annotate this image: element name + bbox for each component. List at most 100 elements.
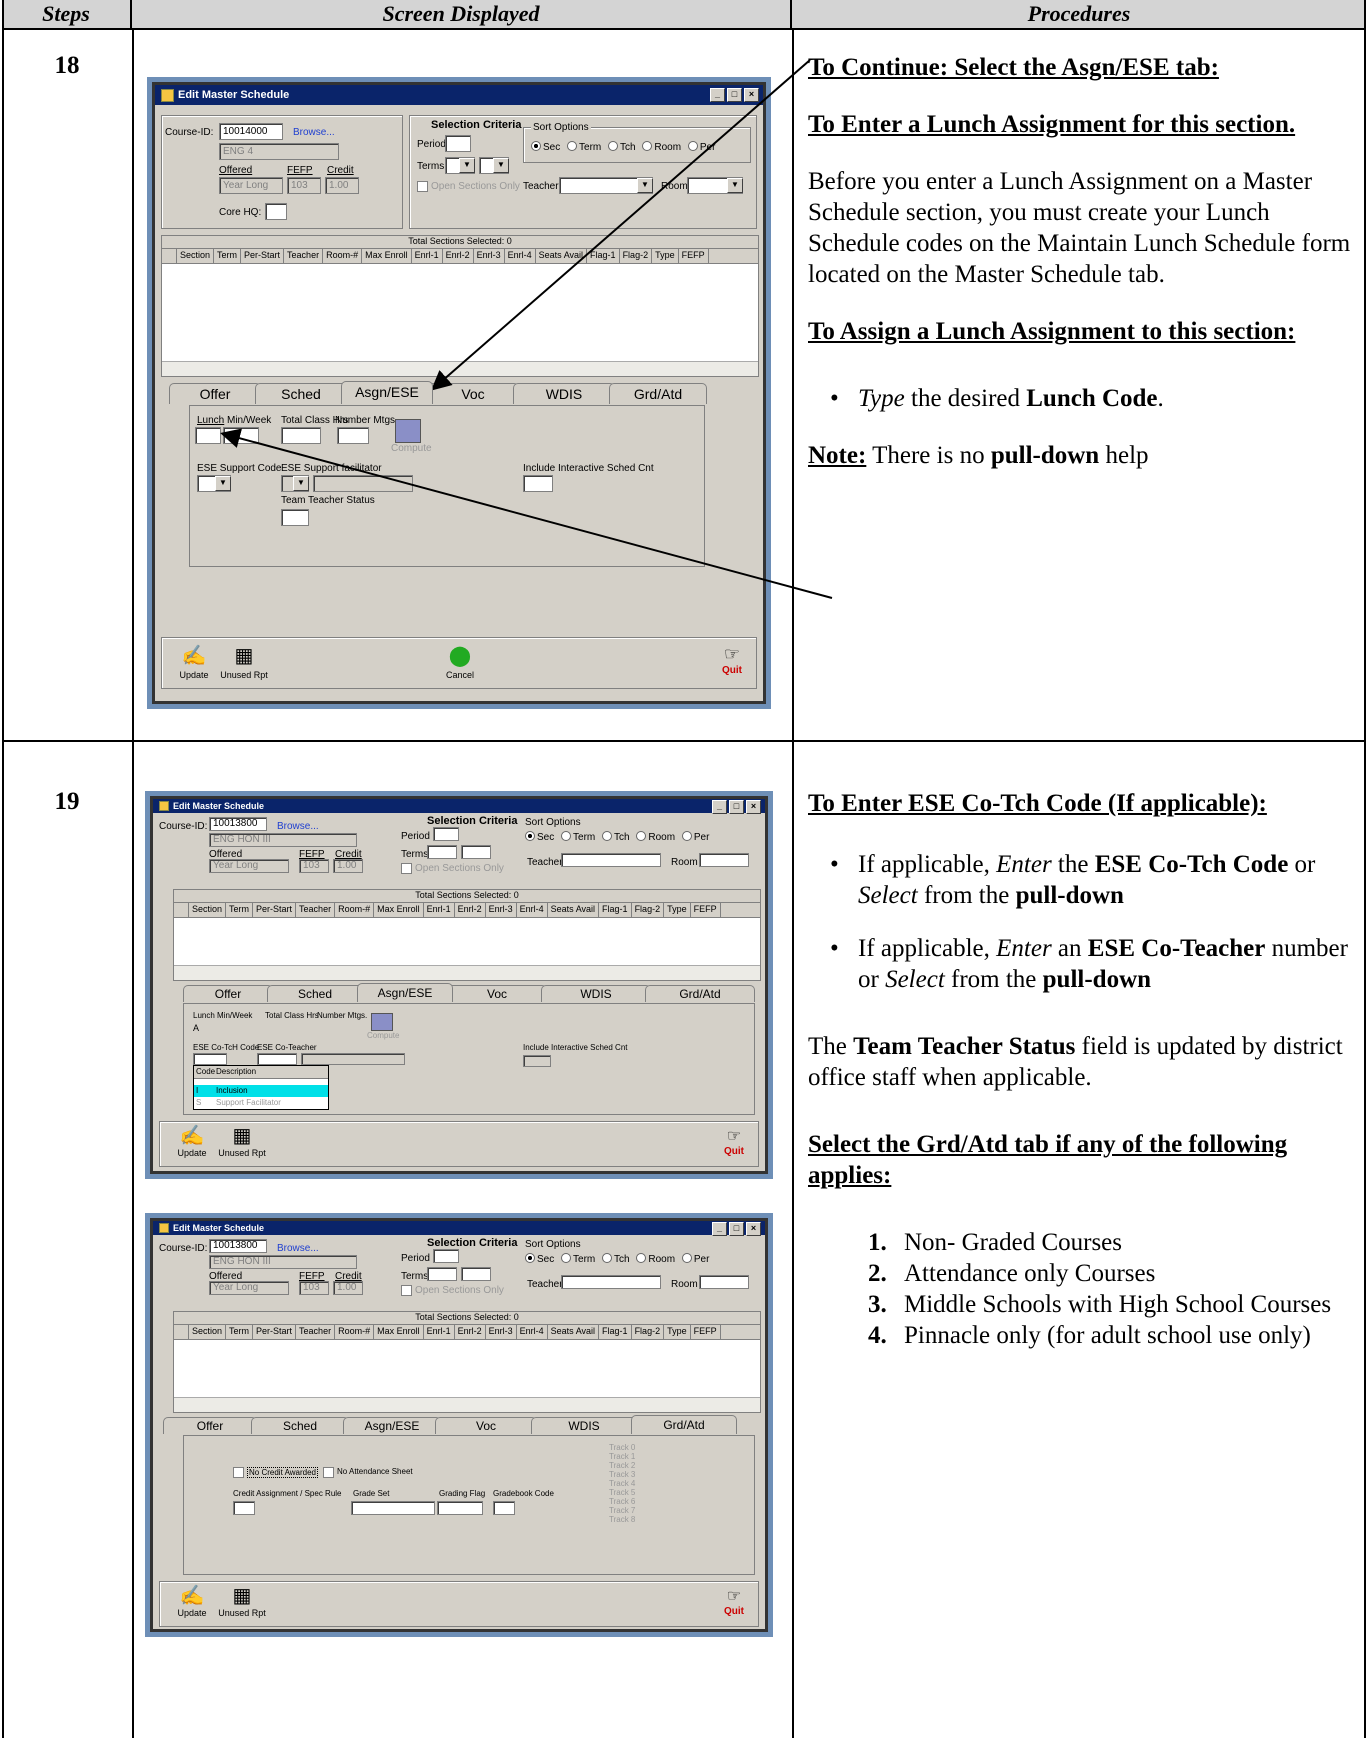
grid-col[interactable]: Teacher: [296, 903, 336, 917]
grid-col[interactable]: Section: [189, 1325, 227, 1339]
course-id-field[interactable]: 10013800: [209, 817, 267, 831]
grid-col[interactable]: Seats Avail: [548, 903, 600, 917]
grid-col[interactable]: Section: [189, 903, 227, 917]
grid-col[interactable]: Enrl-1: [424, 1325, 455, 1339]
tab-sched[interactable]: Sched: [251, 1417, 349, 1434]
radio-icon[interactable]: [681, 1253, 692, 1263]
grid-col[interactable]: Enrl-2: [455, 1325, 486, 1339]
track-list[interactable]: Track 0 Track 1 Track 2 Track 3 Track 4 …: [609, 1443, 635, 1524]
popup-row[interactable]: I Inclusion: [194, 1085, 328, 1097]
grid-col[interactable]: Teacher: [296, 1325, 336, 1339]
radio-icon[interactable]: [561, 831, 572, 841]
sections-grid[interactable]: Total Sections Selected: 0 Section Term …: [173, 889, 761, 981]
tab-wdis[interactable]: WDIS: [541, 985, 651, 1002]
grid-col[interactable]: Per-Start: [253, 903, 297, 917]
terms-field-1[interactable]: [427, 1267, 457, 1281]
tab-asgn-ese[interactable]: Asgn/ESE: [343, 1417, 441, 1434]
radio-icon[interactable]: [681, 831, 692, 841]
period-field[interactable]: [433, 1249, 459, 1263]
grid-col[interactable]: Term: [226, 903, 254, 917]
no-credit-awarded-checkbox[interactable]: [233, 1467, 244, 1478]
radio-icon[interactable]: [525, 1253, 535, 1263]
track-item[interactable]: Track 7: [609, 1506, 635, 1515]
grid-col[interactable]: Enrl-1: [424, 903, 455, 917]
tab-asgn-ese[interactable]: Asgn/ESE: [341, 381, 433, 404]
radio-icon[interactable]: [636, 1253, 647, 1263]
grid-col[interactable]: Max Enroll: [374, 1325, 424, 1339]
radio-icon[interactable]: [602, 1253, 613, 1263]
grid-col[interactable]: Type: [664, 903, 691, 917]
grid-col[interactable]: Flag-2: [632, 903, 665, 917]
grid-col[interactable]: Room-#: [335, 1325, 375, 1339]
credit-assignment-field[interactable]: [233, 1501, 255, 1515]
teacher-select[interactable]: [561, 1275, 661, 1289]
grid-col[interactable]: Flag-1: [599, 1325, 632, 1339]
include-interactive-field[interactable]: [523, 1055, 551, 1067]
radio-icon[interactable]: [602, 831, 613, 841]
room-select[interactable]: [699, 1275, 749, 1289]
tab-asgn-ese[interactable]: Asgn/ESE: [357, 983, 453, 1002]
sort-options-radios[interactable]: Sec Term Tch Room Per: [521, 831, 709, 843]
ese-coteacher-select[interactable]: [257, 1053, 297, 1065]
horizontal-scrollbar[interactable]: [174, 1397, 760, 1412]
track-item[interactable]: Track 8: [609, 1515, 635, 1524]
grid-col[interactable]: Enrl-2: [455, 903, 486, 917]
ese-code-popup[interactable]: Code Description I Inclusion S Support Faci…: [193, 1065, 329, 1110]
tab-offer[interactable]: Offer: [163, 1417, 257, 1434]
radio-icon[interactable]: [561, 1253, 572, 1263]
grid-col[interactable]: Flag-2: [632, 1325, 665, 1339]
terms-field-2[interactable]: [461, 845, 491, 859]
lunch-value[interactable]: A: [193, 1023, 199, 1033]
close-icon[interactable]: ×: [746, 1222, 761, 1236]
sections-grid[interactable]: Total Sections Selected: 0 Section Term …: [173, 1311, 761, 1413]
grid-col[interactable]: Term: [226, 1325, 254, 1339]
quit-button[interactable]: ☞ Quit: [724, 1586, 744, 1617]
sort-options-radios[interactable]: Sec Term Tch Room Per: [521, 1253, 709, 1265]
terms-field-1[interactable]: [427, 845, 457, 859]
grid-col[interactable]: Room-#: [335, 903, 375, 917]
minimize-icon[interactable]: _: [712, 800, 727, 814]
grid-col[interactable]: Per-Start: [253, 1325, 297, 1339]
track-item[interactable]: Track 3: [609, 1470, 635, 1479]
unused-rpt-button[interactable]: ▦ Unused Rpt: [212, 1126, 272, 1158]
grid-col[interactable]: Type: [664, 1325, 691, 1339]
track-item[interactable]: Track 0: [609, 1443, 635, 1452]
grid-col[interactable]: FEFP: [691, 1325, 721, 1339]
radio-icon[interactable]: [525, 831, 535, 841]
track-item[interactable]: Track 1: [609, 1452, 635, 1461]
browse-link[interactable]: Browse...: [277, 821, 319, 832]
horizontal-scrollbar[interactable]: [174, 965, 760, 980]
compute-icon[interactable]: [371, 1013, 393, 1031]
maximize-icon[interactable]: □: [729, 1222, 744, 1236]
grading-flag-select[interactable]: [437, 1501, 483, 1515]
tab-voc[interactable]: Voc: [447, 985, 547, 1002]
track-item[interactable]: Track 5: [609, 1488, 635, 1497]
popup-row[interactable]: S Support Facilitator: [194, 1097, 328, 1109]
no-attendance-sheet-checkbox[interactable]: [323, 1467, 334, 1478]
track-item[interactable]: Track 2: [609, 1461, 635, 1470]
browse-link[interactable]: Browse...: [277, 1243, 319, 1254]
tab-voc[interactable]: Voc: [435, 1417, 537, 1434]
gradebook-code-field[interactable]: [493, 1501, 515, 1515]
close-icon[interactable]: ×: [746, 800, 761, 814]
grid-col[interactable]: Enrl-3: [486, 1325, 517, 1339]
unused-rpt-button[interactable]: ▦ Unused Rpt: [212, 1586, 272, 1618]
course-id-field[interactable]: 10013800: [209, 1239, 267, 1253]
maximize-icon[interactable]: □: [729, 800, 744, 814]
track-item[interactable]: Track 4: [609, 1479, 635, 1488]
tab-grd-atd[interactable]: Grd/Atd: [645, 985, 755, 1002]
grid-col[interactable]: FEFP: [691, 903, 721, 917]
tab-wdis[interactable]: WDIS: [531, 1417, 637, 1434]
tab-grd-atd[interactable]: Grd/Atd: [631, 1415, 737, 1434]
grid-col[interactable]: Flag-1: [599, 903, 632, 917]
radio-icon[interactable]: [636, 831, 647, 841]
room-select[interactable]: [699, 853, 749, 867]
grade-set-select[interactable]: [351, 1501, 435, 1515]
grid-col[interactable]: Max Enroll: [374, 903, 424, 917]
ese-cotch-code-select[interactable]: [193, 1053, 227, 1065]
tab-offer[interactable]: Offer: [183, 985, 273, 1002]
minimize-icon[interactable]: _: [712, 1222, 727, 1236]
track-item[interactable]: Track 6: [609, 1497, 635, 1506]
grid-col[interactable]: Seats Avail: [548, 1325, 600, 1339]
terms-field-2[interactable]: [461, 1267, 491, 1281]
